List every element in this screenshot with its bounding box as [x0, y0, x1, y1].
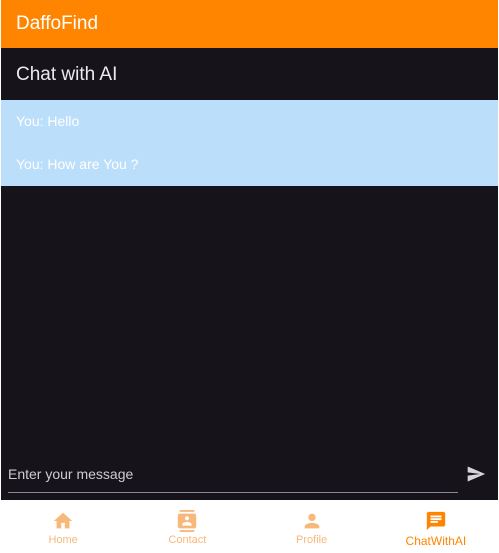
nav-label-chat-with-ai: ChatWithAI	[405, 534, 467, 548]
send-button[interactable]	[463, 462, 489, 486]
contact-icon	[175, 509, 199, 533]
page-header: Chat with AI	[1, 50, 498, 100]
app-bar: DaffoFind	[1, 0, 498, 48]
chat-message: You: Hello	[16, 113, 80, 129]
nav-item-chat-with-ai[interactable]: ChatWithAI	[374, 500, 498, 553]
chat-message: You: How are You ?	[16, 156, 139, 172]
nav-item-home[interactable]: Home	[1, 500, 125, 553]
nav-label-profile: Profile	[296, 534, 328, 546]
send-icon	[467, 466, 486, 482]
bottom-navigation: Home Contact Profile ChatWithAI	[1, 500, 498, 553]
app-window: DaffoFind Chat with AI You: Hello You: H…	[0, 0, 499, 553]
person-icon	[300, 509, 324, 533]
chat-message-list: You: Hello You: How are You ?	[1, 100, 498, 186]
nav-label-contact: Contact	[168, 534, 207, 546]
message-composer	[1, 450, 498, 500]
nav-label-home: Home	[48, 534, 78, 546]
nav-item-profile[interactable]: Profile	[250, 500, 374, 553]
page-title: Chat with AI	[16, 64, 118, 85]
app-title: DaffoFind	[16, 13, 99, 34]
home-icon	[51, 509, 75, 533]
message-input[interactable]	[8, 456, 458, 493]
chat-screen: Chat with AI You: Hello You: How are You…	[1, 48, 498, 500]
nav-item-contact[interactable]: Contact	[125, 500, 249, 553]
chat-icon	[424, 509, 448, 533]
